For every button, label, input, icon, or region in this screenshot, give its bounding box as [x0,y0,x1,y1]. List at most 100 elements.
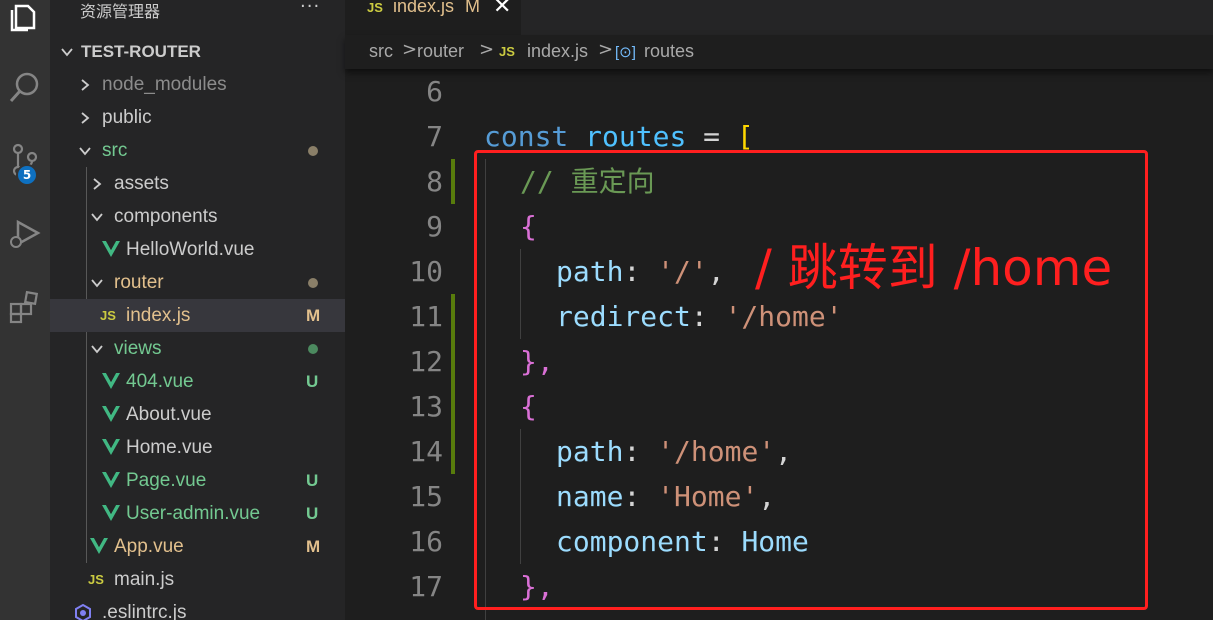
tree-item-user-admin-vue[interactable]: User-admin.vue U [50,497,345,530]
chevron-down-icon [78,144,92,158]
tree-item-label: HelloWorld.vue [126,238,255,260]
tree-item-eslintrc-js[interactable]: .eslintrc.js [50,596,345,620]
line-number: 8 [426,165,443,198]
source-control-badge: 5 [16,164,38,186]
annotation-highlight-box [474,150,1148,610]
tree-item-label: App.vue [114,535,184,557]
line-number: 12 [409,345,443,378]
tree-item-label: User-admin.vue [126,502,261,524]
git-status-badge: M [306,305,321,325]
js-file-icon: JS [88,572,104,587]
tree-item-home-vue[interactable]: Home.vue [50,431,345,464]
tree-item-about-vue[interactable]: About.vue [50,398,345,431]
symbol-variable-icon: [⊙] [615,44,636,61]
chevron-down-icon [90,210,104,224]
tree-item-label: components [114,205,218,227]
search-icon[interactable] [0,62,50,112]
tree-item-app-vue[interactable]: App.vue M [50,530,345,563]
git-status-badge: U [306,503,319,523]
tree-item-components[interactable]: components [50,200,345,233]
git-status-badge: U [306,371,319,391]
tree-item-assets[interactable]: assets [50,167,345,200]
chevron-right-icon: > [598,39,614,60]
tree-item-router[interactable]: router [50,266,345,299]
tree-item-label: public [102,106,152,128]
chevron-right-icon [90,177,104,191]
line-number: 6 [426,75,443,108]
breadcrumb: src > router > JS index.js > [⊙] routes [345,35,1213,69]
vue-file-icon [102,406,120,422]
more-actions-icon[interactable]: ··· [300,0,320,17]
bracket: [ [736,120,754,153]
extensions-icon[interactable] [0,282,50,332]
tree-item-main-js[interactable]: JS main.js [50,563,345,596]
git-status-badge: M [306,536,321,556]
vue-file-icon [102,505,120,521]
tree-item-label: views [114,337,162,359]
tree-item-src[interactable]: src [50,134,345,167]
tab-status: M [465,0,480,16]
tab-index-js[interactable]: JS index.js M ✕ [345,0,521,35]
project-root[interactable]: TEST-ROUTER [50,35,345,68]
tree-item-page-vue[interactable]: Page.vue U [50,464,345,497]
tree-item-label: src [102,139,128,161]
line-number: 14 [409,435,443,468]
line-number: 7 [426,120,443,153]
line-number: 9 [426,210,443,243]
vue-file-icon [90,538,108,554]
tree-item-node-modules[interactable]: node_modules [50,68,345,101]
tree-item-label: .eslintrc.js [102,601,187,620]
tree-item-index-js[interactable]: JS index.js M [50,299,345,332]
chevron-right-icon [78,111,92,125]
vue-file-icon [102,472,120,488]
tree-item-label: assets [114,172,169,194]
modified-dot [308,277,318,288]
chevron-down-icon [60,45,74,59]
breadcrumb-item[interactable]: src [369,41,393,62]
git-status-badge: U [306,470,319,490]
tree-item-views[interactable]: views [50,332,345,365]
explorer-title: 资源管理器 [80,2,161,21]
tree-item-label: index.js [126,304,191,326]
tree-item-404-vue[interactable]: 404.vue U [50,365,345,398]
identifier: routes [585,120,687,153]
line-number: 11 [409,300,443,333]
close-icon[interactable]: ✕ [493,0,511,19]
vue-file-icon [102,241,120,257]
js-file-icon: JS [100,308,116,323]
chevron-down-icon [90,342,104,356]
eslint-icon [75,604,91,620]
run-debug-icon[interactable] [0,208,50,258]
chevron-right-icon [78,78,92,92]
git-change-marker [451,159,455,204]
line-number: 15 [409,480,443,513]
tree-item-label: router [114,271,164,293]
operator: = [686,120,737,153]
tree-item-label: main.js [114,568,175,590]
annotation-text: / 跳转到 /home [755,239,1113,297]
explorer-sidebar: 资源管理器 ··· TEST-ROUTER node_modules publi… [50,0,345,620]
tree-item-public[interactable]: public [50,101,345,134]
activity-bar: 5 [0,0,50,620]
vue-file-icon [102,439,120,455]
vue-file-icon [102,373,120,389]
js-file-icon: JS [367,0,383,15]
line-number: 16 [409,525,443,558]
tree-item-helloworld-vue[interactable]: HelloWorld.vue [50,233,345,266]
keyword: const [484,120,569,153]
git-change-marker [451,294,455,474]
breadcrumb-item[interactable]: routes [644,41,694,62]
chevron-right-icon: > [479,39,495,60]
tree-item-label: 404.vue [126,370,194,392]
project-name: TEST-ROUTER [81,41,201,61]
untracked-dot [308,343,318,354]
breadcrumb-item[interactable]: router [417,41,464,62]
line-number: 17 [409,570,443,603]
tree-item-label: Home.vue [126,436,213,458]
line-number: 13 [409,390,443,423]
tree-item-label: About.vue [126,403,212,425]
tree-item-label: node_modules [102,73,227,95]
explorer-icon[interactable] [0,0,50,42]
chevron-right-icon: > [402,39,418,60]
breadcrumb-item[interactable]: index.js [527,41,588,62]
